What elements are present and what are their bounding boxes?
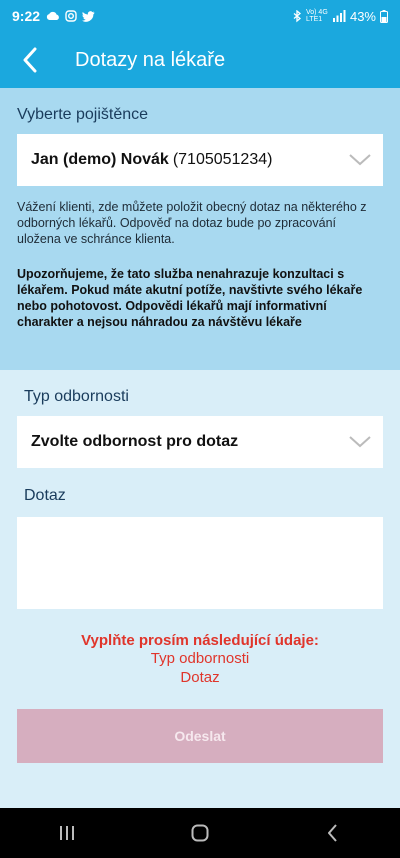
status-bar: 9:22 Vo) 4G LTE1 43% (0, 0, 400, 32)
back-nav-button[interactable] (303, 813, 363, 853)
recent-apps-icon (59, 826, 74, 840)
question-label: Dotaz (24, 487, 66, 504)
status-time: 9:22 (12, 8, 41, 24)
bluetooth-icon (293, 9, 301, 22)
cloud-icon (46, 11, 59, 20)
chevron-left-icon (23, 47, 37, 73)
insured-select[interactable]: Jan (demo) Novák (7105051234) (17, 134, 383, 186)
submit-button[interactable]: Odeslat (17, 709, 383, 763)
chevron-down-icon (349, 436, 371, 448)
validation-item: Typ odbornosti (150, 650, 250, 667)
specialty-placeholder: Zvolte odbornost pro dotaz (31, 433, 239, 450)
validation-item: Dotaz (180, 669, 220, 686)
validation-message: Vyplňte prosím následující údaje: Typ od… (0, 632, 400, 687)
warning-text: Upozorňujeme, že tato služba nenahrazuje… (17, 267, 363, 329)
chevron-down-icon (349, 154, 371, 166)
insured-section: Vyberte pojištěnce Jan (demo) Novák (710… (0, 88, 400, 370)
home-icon (191, 824, 209, 842)
app-bar: Dotazy na lékaře (0, 32, 400, 88)
home-button[interactable] (170, 813, 230, 853)
system-indicators: Vo) 4G LTE1 43% (293, 9, 388, 24)
info-text: Vážení klienti, zde můžete položit obecn… (17, 200, 367, 246)
validation-heading: Vyplňte prosím následující údaje: (81, 632, 319, 649)
specialty-label: Typ odbornosti (24, 388, 129, 405)
specialty-select[interactable]: Zvolte odbornost pro dotaz (17, 416, 383, 468)
signal-icon (332, 10, 346, 22)
question-input[interactable] (17, 517, 383, 609)
back-button[interactable] (0, 32, 60, 88)
network-label: Vo) 4G LTE1 (305, 9, 328, 23)
insured-id: (7105051234) (172, 151, 273, 168)
insured-name: Jan (demo) Novák (31, 151, 169, 168)
battery-icon (380, 9, 388, 23)
battery-percent: 43% (349, 8, 376, 24)
twitter-icon (82, 10, 95, 22)
recent-apps-button[interactable] (37, 813, 97, 853)
system-nav-bar (0, 808, 400, 858)
notification-icons (46, 10, 95, 22)
page-title: Dotazy na lékaře (75, 48, 226, 71)
instagram-icon (65, 10, 77, 22)
insured-label: Vyberte pojištěnce (17, 106, 149, 123)
back-icon (328, 824, 338, 842)
